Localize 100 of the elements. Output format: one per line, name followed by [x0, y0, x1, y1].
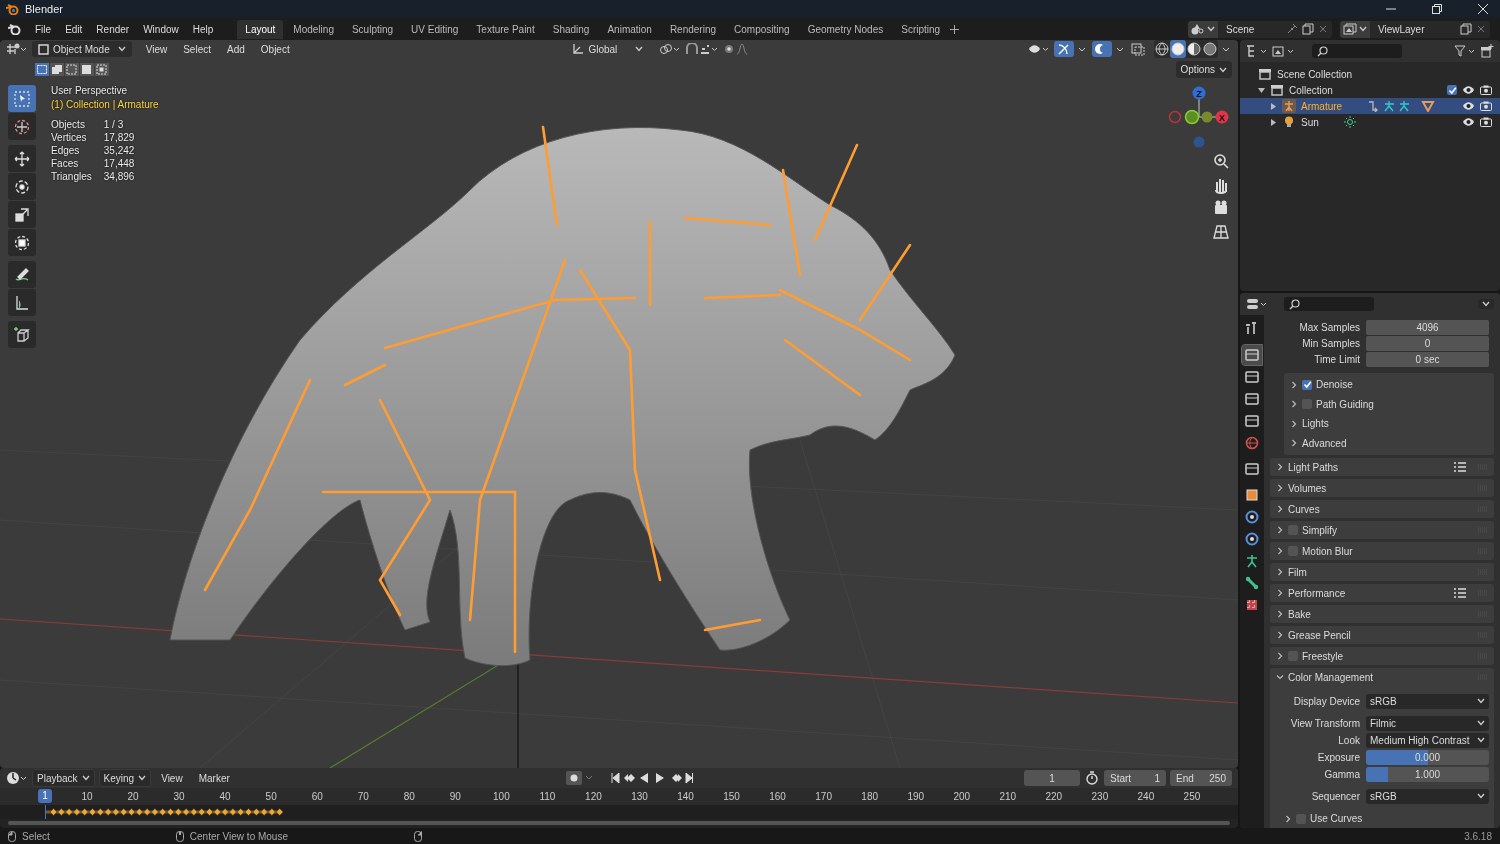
visibility-eye-icon[interactable]: [1462, 117, 1475, 127]
menu-item[interactable]: Render: [90, 21, 136, 37]
chevron-icon[interactable]: [1276, 568, 1284, 576]
copy-icon[interactable]: [1302, 23, 1314, 35]
view-navigation-icons[interactable]: [1212, 152, 1230, 240]
checkbox[interactable]: [1302, 379, 1312, 390]
chevron-icon[interactable]: [1276, 505, 1284, 513]
search-field[interactable]: [1312, 44, 1402, 58]
visibility-eye-icon[interactable]: [1462, 101, 1475, 111]
playhead-frame-indicator[interactable]: 1: [38, 789, 52, 803]
outliner-row[interactable]: Collection: [1240, 82, 1500, 98]
timeline-scrollbar[interactable]: [8, 821, 1230, 825]
dropdown-field[interactable]: sRGB: [1366, 693, 1489, 709]
menu-item[interactable]: Marker: [192, 770, 236, 786]
chevron-icon[interactable]: [1276, 652, 1284, 660]
menu-item[interactable]: Select: [177, 41, 217, 57]
subpanel-header[interactable]: Use Curves: [1270, 809, 1494, 828]
slider-field[interactable]: 1.000: [1366, 766, 1489, 782]
disclosure-triangle-icon[interactable]: [1270, 102, 1277, 110]
editor-type-icon[interactable]: [6, 43, 28, 55]
shading-mode-button[interactable]: [1202, 40, 1218, 58]
chevron-icon[interactable]: [1276, 463, 1284, 471]
chevron-icon[interactable]: [1276, 631, 1284, 639]
scene-selector[interactable]: Scene: [1188, 20, 1332, 38]
workspace-tab[interactable]: Shading: [544, 19, 598, 39]
panel-header[interactable]: Simplify: [1270, 521, 1494, 539]
render-properties-tab[interactable]: [1242, 345, 1262, 365]
chevron-icon[interactable]: [1276, 589, 1284, 597]
render-camera-icon[interactable]: [1480, 85, 1492, 95]
xray-toggle-icon[interactable]: [1130, 42, 1146, 56]
chevron-icon[interactable]: [1276, 484, 1284, 492]
subpanel-header[interactable]: Denoise: [1284, 375, 1494, 395]
editor-type-icon[interactable]: [6, 771, 28, 785]
scale-tool-button[interactable]: [8, 201, 36, 228]
outliner-row[interactable]: Sun: [1240, 114, 1500, 130]
workspace-tab[interactable]: Layout: [237, 19, 284, 39]
number-field[interactable]: 0 sec: [1366, 351, 1489, 367]
filter-icon[interactable]: [1454, 45, 1476, 57]
mode-dropdown[interactable]: Object Mode: [32, 41, 132, 57]
menu-item[interactable]: Help: [186, 21, 220, 37]
snap-magnet-icon[interactable]: [685, 43, 720, 55]
panel-header[interactable]: Film: [1270, 563, 1494, 581]
panel-header[interactable]: Grease Pencil: [1270, 626, 1494, 644]
menu-dropdown[interactable]: Playback: [32, 769, 95, 787]
add-workspace-icon[interactable]: [950, 24, 960, 34]
shading-mode-button[interactable]: [1186, 40, 1202, 58]
panel-header[interactable]: Color Management: [1270, 668, 1494, 686]
shading-mode-button[interactable]: [1170, 40, 1186, 58]
selection-mode-buttons[interactable]: [35, 63, 109, 76]
chevron-icon[interactable]: [1290, 400, 1298, 409]
pivot-icon[interactable]: [659, 43, 682, 55]
workspace-tab[interactable]: Scripting: [893, 19, 949, 39]
sun-data-icon[interactable]: [1343, 116, 1356, 128]
visibility-selectability-icon[interactable]: [1028, 43, 1050, 55]
chevron-icon[interactable]: [1276, 526, 1284, 534]
new-collection-icon[interactable]: [1480, 44, 1494, 58]
editor-type-icon[interactable]: [1246, 45, 1268, 57]
outliner-row[interactable]: Armature: [1240, 98, 1500, 114]
end-frame-field[interactable]: End 250: [1170, 770, 1232, 786]
panel-header[interactable]: Performance: [1270, 584, 1494, 602]
panel-header[interactable]: Bake: [1270, 605, 1494, 623]
workspace-tab[interactable]: Sculpting: [343, 19, 402, 39]
chevron-icon[interactable]: [1276, 610, 1284, 618]
view-layer-selector[interactable]: ViewLayer: [1340, 20, 1490, 38]
menu-item[interactable]: View: [139, 41, 174, 57]
playback-controls[interactable]: [609, 771, 694, 785]
outliner-item-label[interactable]: Sun: [1301, 116, 1319, 128]
move-tool-button[interactable]: [8, 145, 36, 172]
dropdown-field[interactable]: Medium High Contrast: [1366, 732, 1489, 748]
menu-dropdown[interactable]: Keying: [98, 769, 152, 787]
blender-logo-icon[interactable]: [8, 23, 21, 35]
render-camera-icon[interactable]: [1480, 117, 1492, 127]
workspace-tab[interactable]: Modeling: [285, 19, 342, 39]
checkbox[interactable]: [1447, 85, 1457, 95]
display-mode-icon[interactable]: [1272, 45, 1296, 57]
cursor-tool-button[interactable]: [8, 113, 36, 140]
workspace-tab[interactable]: UV Editing: [403, 19, 467, 39]
start-frame-field[interactable]: Start 1: [1104, 770, 1166, 786]
panel-header[interactable]: Motion Blur: [1270, 542, 1494, 560]
chevron-icon[interactable]: [1290, 419, 1298, 428]
menu-item[interactable]: File: [29, 21, 58, 37]
overlays-toggle-icon[interactable]: [1092, 41, 1112, 57]
chevron-icon[interactable]: [1276, 673, 1284, 681]
menu-item[interactable]: Edit: [59, 21, 89, 37]
outliner-row[interactable]: Scene Collection: [1240, 66, 1500, 82]
chevron-icon[interactable]: [1290, 380, 1298, 389]
subpanel-header[interactable]: Path Guiding: [1284, 394, 1494, 414]
transform-tool-button[interactable]: [8, 229, 36, 256]
navigation-gizmo[interactable]: Z X: [1165, 83, 1235, 153]
search-field[interactable]: [1284, 297, 1374, 311]
workspace-tab[interactable]: Texture Paint: [468, 19, 543, 39]
panel-header[interactable]: Curves: [1270, 500, 1494, 518]
workspace-tab[interactable]: Animation: [599, 19, 660, 39]
rotate-tool-button[interactable]: [8, 173, 36, 200]
copy-icon[interactable]: [1460, 23, 1472, 35]
chevron-icon[interactable]: [1290, 439, 1298, 448]
chevron-icon[interactable]: [1276, 547, 1284, 555]
gizmo-toggle-icon[interactable]: [1054, 41, 1074, 57]
presets-list-icon[interactable]: [1454, 462, 1466, 472]
dropdown-field[interactable]: Filmic: [1366, 715, 1489, 731]
